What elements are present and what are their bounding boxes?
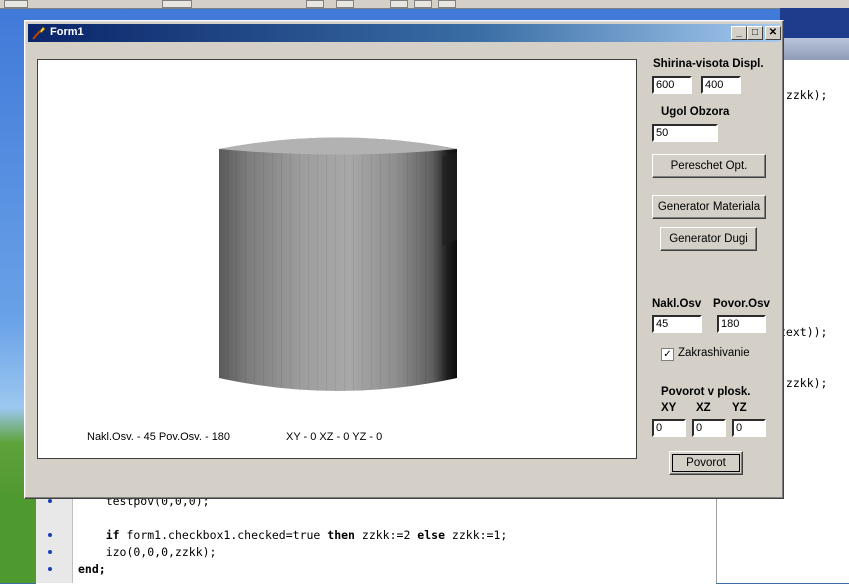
view-angle-input[interactable] [652, 124, 718, 142]
code-line-end: end; [78, 562, 106, 576]
render-canvas[interactable]: Nakl.Osv. - 45 Pov.Osv. - 180 XY - 0 XZ … [37, 59, 637, 459]
shading-checkbox[interactable]: ✓ [661, 348, 674, 361]
minimize-button[interactable]: _ [731, 26, 747, 40]
light-tilt-input[interactable] [652, 315, 702, 333]
view-angle-label: Ugol Obzora [661, 106, 730, 118]
plane-rotation-label: Povorot v plosk. [661, 386, 751, 398]
material-generator-button[interactable]: Generator Materiala [652, 195, 766, 219]
xy-rotation-input[interactable] [652, 419, 686, 437]
xz-rotation-input[interactable] [692, 419, 726, 437]
yz-label: YZ [732, 402, 747, 414]
code-line-if: if form1.checkbox1.checked=true then zzk… [105, 528, 508, 542]
light-turn-input[interactable] [717, 315, 766, 333]
display-width-input[interactable] [652, 76, 692, 94]
close-button[interactable]: ✕ [765, 26, 781, 40]
code-line: ,zzkk); [779, 88, 828, 102]
breakpoint-dot[interactable] [48, 499, 52, 503]
code-line: ,zzkk); [779, 376, 828, 390]
shading-label[interactable]: Zakrashivanie [678, 347, 750, 359]
form1-window: Form1 _ □ ✕ Nakl.Osv. - 45 Pov.Osv. - 18… [24, 20, 784, 499]
light-status-text: Nakl.Osv. - 45 Pov.Osv. - 180 [87, 431, 231, 443]
xz-label: XZ [696, 402, 711, 414]
rotate-button[interactable]: Povorot [669, 451, 743, 475]
xy-label: XY [661, 402, 677, 414]
editor-tab-bar[interactable] [780, 38, 849, 61]
display-height-input[interactable] [701, 76, 741, 94]
arc-generator-button[interactable]: Generator Dugi [660, 227, 757, 251]
code-line: izo(0,0,0,zzkk); [78, 545, 217, 559]
cylinder-render [219, 137, 457, 391]
plane-status-text: XY - 0 XZ - 0 YZ - 0 [286, 431, 383, 443]
desktop-grass [0, 492, 36, 583]
breakpoint-dot[interactable] [48, 533, 52, 537]
maximize-button[interactable]: □ [747, 26, 763, 40]
breakpoint-dot[interactable] [48, 567, 52, 571]
app-icon [32, 26, 46, 40]
display-size-label: Shirina-visota Displ. [653, 58, 764, 70]
editor-gutter [36, 492, 73, 583]
title-bar[interactable]: Form1 _ □ ✕ [28, 24, 781, 42]
recalc-button[interactable]: Pereschet Opt. [652, 154, 766, 178]
yz-rotation-input[interactable] [732, 419, 766, 437]
ide-titlebar-fragment [780, 8, 849, 38]
code-line: text)); [779, 325, 828, 339]
light-turn-label: Povor.Osv [713, 298, 770, 310]
light-tilt-label: Nakl.Osv [652, 298, 702, 310]
breakpoint-dot[interactable] [48, 550, 52, 554]
window-title: Form1 [50, 26, 84, 38]
ide-toolbar [0, 0, 849, 9]
